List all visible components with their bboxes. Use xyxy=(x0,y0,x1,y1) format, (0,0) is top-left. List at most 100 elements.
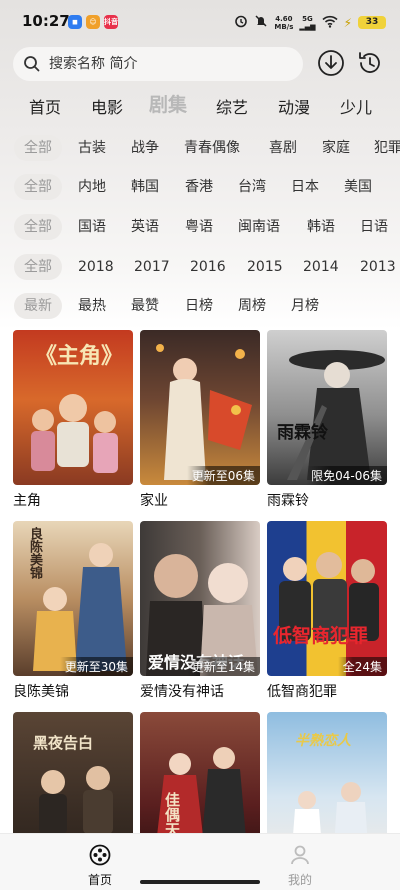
show-card[interactable]: 更新至06集 家业 xyxy=(140,330,260,510)
show-poster: 爱情没有神话 更新至14集 xyxy=(140,521,260,676)
filter-language-item[interactable]: 韩语 xyxy=(297,214,345,240)
tab-movies[interactable]: 电影 xyxy=(91,94,123,118)
show-title: 雨霖铃 xyxy=(267,493,309,509)
app-notification-icon: 抖音 xyxy=(104,15,118,29)
filter-year-item[interactable]: 2014 xyxy=(293,254,349,280)
nav-profile-label: 我的 xyxy=(287,873,312,887)
user-icon xyxy=(291,845,309,865)
search-icon xyxy=(24,56,40,72)
filter-region-item[interactable]: 美国 xyxy=(334,174,382,200)
sort-option[interactable]: 月榜 xyxy=(281,293,329,319)
episode-badge: 全24集 xyxy=(337,657,387,676)
filter-genre-all[interactable]: 全部 xyxy=(14,135,62,161)
filter-genre-item[interactable]: 喜剧 xyxy=(259,135,307,161)
episode-badge: 更新至06集 xyxy=(186,466,260,485)
year-filter-row: 全部 2018 2017 2016 2015 2014 2013 xyxy=(0,252,400,282)
poster-title-text: 良陈美锦 xyxy=(27,527,42,579)
filter-year-item[interactable]: 2016 xyxy=(180,254,236,280)
episode-badge: 限免04-06集 xyxy=(306,466,387,485)
episode-badge: 更新至30集 xyxy=(59,657,133,676)
nav-home[interactable]: 首页 xyxy=(70,844,130,888)
sort-option[interactable]: 周榜 xyxy=(228,293,276,319)
alarm-icon xyxy=(234,13,248,32)
filter-region-item[interactable]: 日本 xyxy=(281,174,329,200)
filter-language-item[interactable]: 粤语 xyxy=(175,214,223,240)
filter-region-item[interactable]: 韩国 xyxy=(121,174,169,200)
language-filter-row: 全部 国语 英语 粤语 闽南语 韩语 日语 xyxy=(0,212,400,242)
region-filter-row: 全部 内地 韩国 香港 台湾 日本 美国 xyxy=(0,172,400,202)
show-card[interactable]: 爱情没有神话 更新至14集 爱情没有神话 xyxy=(140,521,260,701)
history-icon xyxy=(359,52,380,73)
search-bar[interactable] xyxy=(13,47,303,81)
main-category-tabs: 首页 电影 剧集 综艺 动漫 少儿 xyxy=(0,88,400,122)
show-card[interactable]: 《主角》 主角 xyxy=(13,330,133,510)
filter-language-all[interactable]: 全部 xyxy=(14,214,62,240)
search-input[interactable] xyxy=(47,55,281,73)
filter-year-item[interactable]: 2017 xyxy=(124,254,180,280)
filter-year-all[interactable]: 全部 xyxy=(14,254,62,280)
filter-genre-item[interactable]: 青春偶像 xyxy=(174,135,250,161)
filter-region-item[interactable]: 香港 xyxy=(175,174,223,200)
app-notification-icon: ☺ xyxy=(86,15,100,29)
filter-language-item[interactable]: 日语 xyxy=(350,214,398,240)
poster-artwork xyxy=(279,552,379,641)
status-bar: 10:27 ◼ ☺ 抖音 4.60 MB/s 5G ▂▄▆ ⚡ 33 xyxy=(0,0,400,44)
filter-year-item[interactable]: 2018 xyxy=(68,254,124,280)
status-time: 10:27 xyxy=(22,12,70,30)
poster-title-text: 低智商犯罪 xyxy=(273,625,369,647)
show-card[interactable]: 低智商犯罪 全24集 低智商犯罪 xyxy=(267,521,387,701)
show-poster: 《主角》 xyxy=(13,330,133,485)
tab-kids[interactable]: 少儿 xyxy=(340,94,372,118)
show-card[interactable]: 良陈美锦 更新至30集 良陈美锦 xyxy=(13,521,133,701)
download-button[interactable] xyxy=(317,49,345,77)
sort-option[interactable]: 最赞 xyxy=(121,293,169,319)
genre-filter-row: 全部 古装 战争 青春偶像 喜剧 家庭 犯罪 xyxy=(0,133,400,163)
filter-language-item[interactable]: 英语 xyxy=(121,214,169,240)
filter-region-all[interactable]: 全部 xyxy=(14,174,62,200)
sort-option[interactable]: 日榜 xyxy=(175,293,223,319)
filter-genre-item[interactable]: 犯罪 xyxy=(364,135,400,161)
filter-language-item[interactable]: 闽南语 xyxy=(228,214,290,240)
home-indicator xyxy=(140,880,260,884)
sort-latest[interactable]: 最新 xyxy=(14,293,62,319)
show-poster: 雨霖铃 限免04-06集 xyxy=(267,330,387,485)
download-icon xyxy=(318,50,344,76)
filter-genre-item[interactable]: 古装 xyxy=(68,135,116,161)
charging-icon: ⚡ xyxy=(343,15,352,30)
show-poster: 低智商犯罪 全24集 xyxy=(267,521,387,676)
poster-title-text: 黑夜告白 xyxy=(33,734,94,752)
filter-region-item[interactable]: 台湾 xyxy=(228,174,276,200)
filter-genre-item[interactable]: 家庭 xyxy=(312,135,360,161)
tab-series[interactable]: 剧集 xyxy=(149,90,187,117)
poster-title-text: 雨霖铃 xyxy=(277,423,328,443)
sort-filter-row: 最新 最热 最赞 日榜 周榜 月榜 xyxy=(0,291,400,321)
nav-home-label: 首页 xyxy=(87,873,112,887)
network-speed: 4.60 MB/s xyxy=(274,14,294,31)
filter-language-item[interactable]: 国语 xyxy=(68,214,116,240)
filter-genre-item[interactable]: 战争 xyxy=(121,135,169,161)
tab-home[interactable]: 首页 xyxy=(29,94,61,118)
nav-profile[interactable]: 我的 xyxy=(270,844,330,888)
poster-artwork xyxy=(287,350,385,480)
battery-icon: 33 xyxy=(358,16,386,29)
tab-variety[interactable]: 综艺 xyxy=(216,94,248,118)
history-button[interactable] xyxy=(356,49,384,77)
show-title: 主角 xyxy=(13,493,41,509)
wifi-icon xyxy=(322,13,338,32)
status-indicators: 4.60 MB/s 5G ▂▄▆ ⚡ 33 xyxy=(234,13,386,32)
show-poster: 良陈美锦 更新至30集 xyxy=(13,521,133,676)
cellular-signal-icon: 5G ▂▄▆ xyxy=(299,14,316,31)
poster-title-text: 半熟恋人 xyxy=(295,733,351,749)
poster-title-text: 《主角》 xyxy=(35,344,124,369)
episode-badge: 更新至14集 xyxy=(186,657,260,676)
filter-region-item[interactable]: 内地 xyxy=(68,174,116,200)
filter-year-item[interactable]: 2015 xyxy=(237,254,293,280)
show-title: 低智商犯罪 xyxy=(267,684,337,700)
show-card[interactable]: 雨霖铃 限免04-06集 雨霖铃 xyxy=(267,330,387,510)
filter-year-item[interactable]: 2013 xyxy=(350,254,400,280)
show-title: 良陈美锦 xyxy=(13,684,69,700)
poster-artwork xyxy=(156,344,252,480)
sort-option[interactable]: 最热 xyxy=(68,293,116,319)
film-reel-icon xyxy=(89,844,111,866)
tab-anime[interactable]: 动漫 xyxy=(278,94,310,118)
